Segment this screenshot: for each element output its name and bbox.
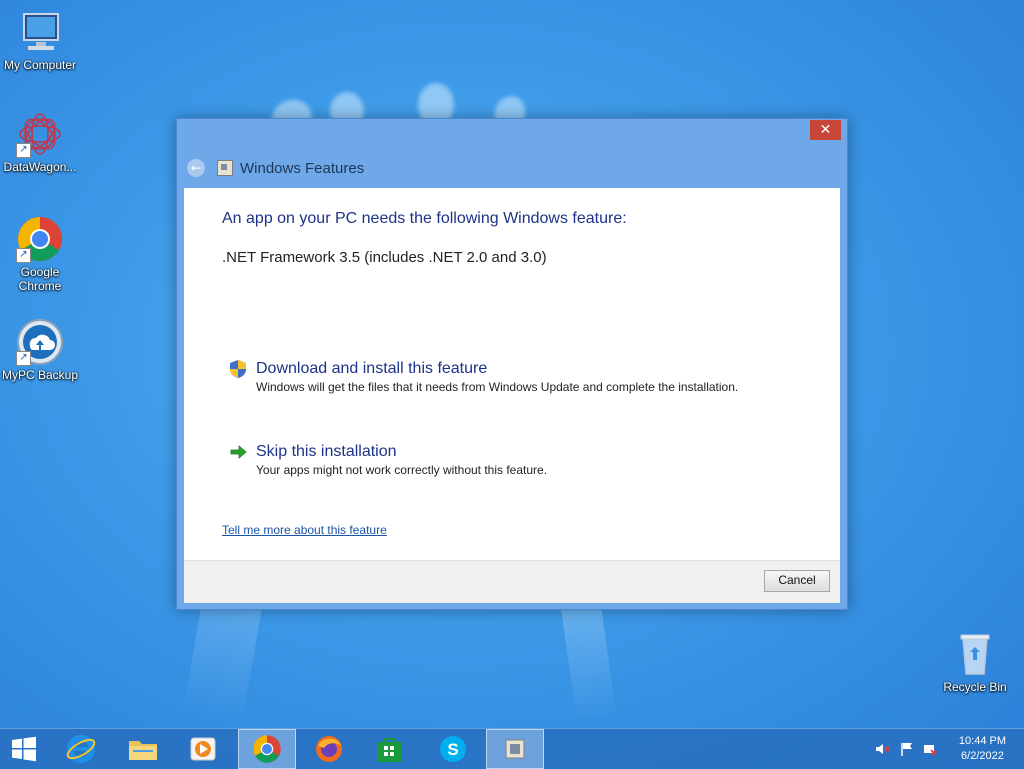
feature-name: .NET Framework 3.5 (includes .NET 2.0 an… [222, 249, 547, 266]
taskbar-firefox[interactable] [300, 729, 358, 769]
desktop-icon-my-computer[interactable]: My Computer [0, 8, 80, 72]
windows-features-icon [217, 160, 233, 176]
desktop-icon-label: DataWagon... [3, 160, 77, 174]
taskbar-google-chrome[interactable] [238, 729, 296, 769]
clock-time: 10:44 PM [958, 735, 1006, 747]
shortcut-arrow-icon: ↗ [16, 351, 31, 366]
svg-text:S: S [447, 740, 458, 759]
start-button[interactable] [0, 729, 48, 769]
shortcut-arrow-icon: ↗ [16, 248, 31, 263]
desktop-icon-label: Recycle Bin [943, 680, 1007, 694]
firefox-icon [316, 736, 342, 762]
recycle-bin-icon [951, 630, 999, 678]
cancel-button[interactable]: Cancel [764, 570, 830, 592]
windows-logo-icon [12, 736, 36, 762]
desktop-icon-mypc-backup[interactable]: ↗ MyPC Backup [0, 318, 80, 382]
taskbar-windows-features[interactable] [486, 729, 544, 769]
backup-icon: ↗ [16, 318, 64, 366]
store-icon [377, 738, 401, 762]
skype-icon: S [440, 736, 466, 762]
desktop-icon-label: MyPC Backup [1, 368, 79, 382]
volume-muted-icon[interactable] [874, 741, 890, 757]
desktop-icon-label: Google Chrome [18, 265, 62, 293]
desktop-icon-datawagon[interactable]: ↗ DataWagon... [0, 110, 80, 174]
windows-features-dialog: ✕ ← Windows Features An app on your PC n… [176, 118, 848, 610]
taskbar: S 10:44 PM 6/2/2022 [0, 728, 1024, 769]
taskbar-store[interactable] [360, 729, 418, 769]
dialog-footer: Cancel [184, 560, 840, 603]
close-button[interactable]: ✕ [810, 120, 841, 140]
desktop-icon-label: My Computer [3, 58, 77, 72]
taskbar-media-player[interactable] [174, 729, 232, 769]
skip-installation-title: Skip this installation [256, 443, 397, 460]
media-icon [190, 737, 216, 761]
dialog-content: An app on your PC needs the following Wi… [184, 188, 840, 560]
clock-date: 6/2/2022 [961, 750, 1004, 762]
chrome-icon: ↗ [16, 215, 64, 263]
ie-icon [66, 735, 96, 763]
skip-installation-description: Your apps might not work correctly witho… [256, 463, 548, 477]
windows-features-icon [505, 739, 525, 759]
system-clock[interactable]: 10:44 PM 6/2/2022 [959, 734, 1006, 764]
green-arrow-icon [228, 442, 248, 462]
shortcut-arrow-icon: ↗ [16, 143, 31, 158]
desktop-icon-google-chrome[interactable]: ↗ Google Chrome [0, 215, 80, 293]
skip-installation-option[interactable]: Skip this installation Your apps might n… [228, 442, 547, 478]
folder-icon [129, 741, 157, 760]
chrome-icon [253, 735, 281, 763]
dialog-title: Windows Features [240, 159, 365, 177]
desktop-icon-recycle-bin[interactable]: Recycle Bin [935, 630, 1015, 694]
dialog-heading: An app on your PC needs the following Wi… [222, 210, 627, 227]
download-install-option[interactable]: Download and install this feature Window… [228, 359, 738, 395]
taskbar-skype[interactable]: S [424, 729, 482, 769]
taskbar-internet-explorer[interactable] [52, 729, 110, 769]
wallpaper-beam [560, 597, 617, 722]
dialog-title-bar: ← Windows Features [187, 157, 364, 179]
taskbar-file-explorer[interactable] [114, 729, 172, 769]
flag-icon[interactable] [899, 741, 915, 757]
shield-icon [228, 359, 248, 379]
download-install-description: Windows will get the files that it needs… [256, 380, 739, 394]
computer-icon [16, 8, 64, 56]
datawagon-icon: ↗ [16, 110, 64, 158]
tell-me-more-link[interactable]: Tell me more about this feature [222, 523, 387, 537]
download-install-title: Download and install this feature [256, 360, 488, 377]
network-disconnected-icon[interactable] [922, 741, 938, 757]
back-arrow-icon[interactable]: ← [187, 159, 205, 177]
